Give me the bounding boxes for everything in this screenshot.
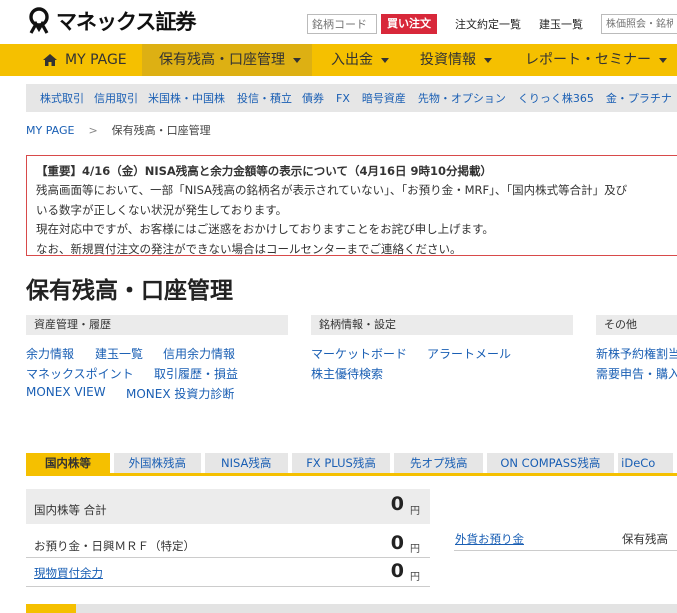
link-monex-view[interactable]: MONEX VIEW <box>26 385 106 399</box>
monex-logo-icon <box>29 7 49 34</box>
notice-line: 現在対応中ですが、お客様にはご迷惑をおかけしておりますことをお詫び申し上げます。 <box>36 222 494 237</box>
tab-domestic[interactable]: 国内株等 <box>26 453 110 473</box>
tab-fx-plus[interactable]: FX PLUS残高 <box>291 453 391 473</box>
balance-tabs: 国内株等 外国株残高 NISA残高 FX PLUS残高 先オプ残高 ON COM… <box>26 453 677 476</box>
tab-on-compass[interactable]: ON COMPASS残高 <box>487 453 614 473</box>
link-margin-info[interactable]: 余力情報 <box>26 345 74 362</box>
subnav-item[interactable]: 金・プラチナ <box>606 90 672 106</box>
position-list-link[interactable]: 建玉一覧 <box>539 16 583 32</box>
link-stock-rights[interactable]: 新株予約権割当 <box>596 345 677 362</box>
row-divider <box>454 550 677 551</box>
subnav-item[interactable]: FX <box>336 92 350 105</box>
link-market-board[interactable]: マーケットボード <box>311 345 407 362</box>
nav-reports-label: レポート・セミナー <box>525 52 651 68</box>
link-alert-mail[interactable]: アラートメール <box>427 345 511 362</box>
link-credit-margin[interactable]: 信用余力情報 <box>163 345 235 362</box>
page-title: 保有残高・口座管理 <box>26 278 233 304</box>
stock-code-input[interactable] <box>307 14 377 34</box>
link-positions[interactable]: 建玉一覧 <box>95 345 143 362</box>
deposit-mrf-label: お預り金・日興ＭＲＦ（特定） <box>34 539 195 553</box>
tab-futures-options[interactable]: 先オプ残高 <box>394 453 484 473</box>
chevron-down-icon <box>381 57 389 63</box>
nav-holdings[interactable]: 保有残高・口座管理 <box>142 44 312 76</box>
tab-foreign-stock[interactable]: 外国株残高 <box>113 453 201 473</box>
product-subnav: 株式取引 信用取引 米国株・中国株 投信・積立 債券 FX 暗号資産 先物・オプ… <box>26 84 677 112</box>
link-demand-declaration[interactable]: 需要申告・購入 <box>596 365 677 382</box>
subnav-item[interactable]: 米国株・中国株 <box>148 90 225 106</box>
breadcrumb-current: 保有残高・口座管理 <box>111 124 211 137</box>
chevron-down-icon <box>659 57 667 63</box>
cash-buying-power-link[interactable]: 現物買付余力 <box>34 565 103 581</box>
nav-investment-info[interactable]: 投資情報 <box>402 44 504 76</box>
subnav-item[interactable]: 投信・積立 <box>237 90 292 106</box>
home-icon <box>43 54 57 66</box>
order-list-link[interactable]: 注文約定一覧 <box>455 16 521 32</box>
subnav-item[interactable]: 債券 <box>302 90 324 106</box>
notice-title: 【重要】4/16（金）NISA残高と余力金額等の表示について（4月16日 9時1… <box>36 164 492 178</box>
header: マネックス証券 買い注文 注文約定一覧 建玉一覧 <box>0 0 677 44</box>
logo-text: マネックス証券 <box>56 10 196 34</box>
bottom-tabs-bar <box>26 604 677 613</box>
main-nav: MY PAGE 保有残高・口座管理 入出金 投資情報 レポート・セミナー <box>0 44 677 76</box>
breadcrumb: MY PAGE > 保有残高・口座管理 <box>26 122 211 138</box>
link-investment-diagnosis[interactable]: MONEX 投資力診断 <box>126 385 234 402</box>
category-header-assets: 資産管理・履歴 <box>26 315 288 335</box>
nav-mypage[interactable]: MY PAGE <box>0 44 142 76</box>
chevron-down-icon <box>293 57 301 63</box>
bottom-active-tab[interactable] <box>26 604 76 613</box>
tab-ideco[interactable]: iDeCo <box>617 453 673 473</box>
nav-holdings-label: 保有残高・口座管理 <box>159 52 285 68</box>
row-divider <box>26 557 430 558</box>
nav-deposit-label: 入出金 <box>331 52 373 68</box>
link-monex-point[interactable]: マネックスポイント <box>26 365 134 382</box>
foreign-deposit-link[interactable]: 外貨お預り金 <box>455 531 524 547</box>
header-tools: 買い注文 注文約定一覧 建玉一覧 <box>307 14 677 34</box>
currency-unit: 円 <box>410 544 420 555</box>
nav-deposit[interactable]: 入出金 <box>312 44 402 76</box>
domestic-total-value: 0 <box>390 493 404 515</box>
breadcrumb-separator: > <box>88 124 98 137</box>
subnav-item[interactable]: 暗号資産 <box>362 90 406 106</box>
subnav-item[interactable]: 株式取引 <box>40 90 84 106</box>
tab-nisa[interactable]: NISA残高 <box>204 453 288 473</box>
notice-line: 残高画面等において、一部「NISA残高の銘柄名が表示されていない」、「お預り金・… <box>36 183 628 198</box>
row-divider <box>26 586 430 587</box>
nav-mypage-label: MY PAGE <box>65 52 127 68</box>
subnav-item[interactable]: 先物・オプション <box>418 90 506 106</box>
category-header-stock-info: 銘柄情報・設定 <box>311 315 573 335</box>
breadcrumb-home[interactable]: MY PAGE <box>26 124 74 137</box>
domestic-total-label: 国内株等 合計 <box>34 503 107 517</box>
important-notice: 【重要】4/16（金）NISA残高と余力金額等の表示について（4月16日 9時1… <box>26 155 677 256</box>
subnav-item[interactable]: 信用取引 <box>94 90 138 106</box>
category-header-other: その他 <box>596 315 677 335</box>
cash-buying-power-value: 0 <box>390 560 404 582</box>
subnav-item[interactable]: くりっく株365 <box>518 90 594 106</box>
chevron-down-icon <box>484 57 492 63</box>
nav-investment-info-label: 投資情報 <box>420 52 476 68</box>
currency-unit: 円 <box>410 572 420 583</box>
buy-order-button[interactable]: 買い注文 <box>381 14 437 34</box>
currency-unit: 円 <box>410 506 420 517</box>
quote-search-input[interactable] <box>601 14 677 34</box>
holdings-label: 保有残高 <box>622 532 668 546</box>
notice-line: いる数字が正しくない状況が発生しております。 <box>36 202 288 217</box>
notice-line: なお、新規買付注文の発注ができない場合はコールセンターまでご連絡ください。 <box>36 241 462 256</box>
deposit-mrf-value: 0 <box>390 532 404 554</box>
nav-reports[interactable]: レポート・セミナー <box>504 44 677 76</box>
link-shareholder-benefits[interactable]: 株主優待検索 <box>311 365 383 382</box>
link-trade-history[interactable]: 取引履歴・損益 <box>154 365 238 382</box>
monex-logo[interactable]: マネックス証券 <box>26 6 196 36</box>
